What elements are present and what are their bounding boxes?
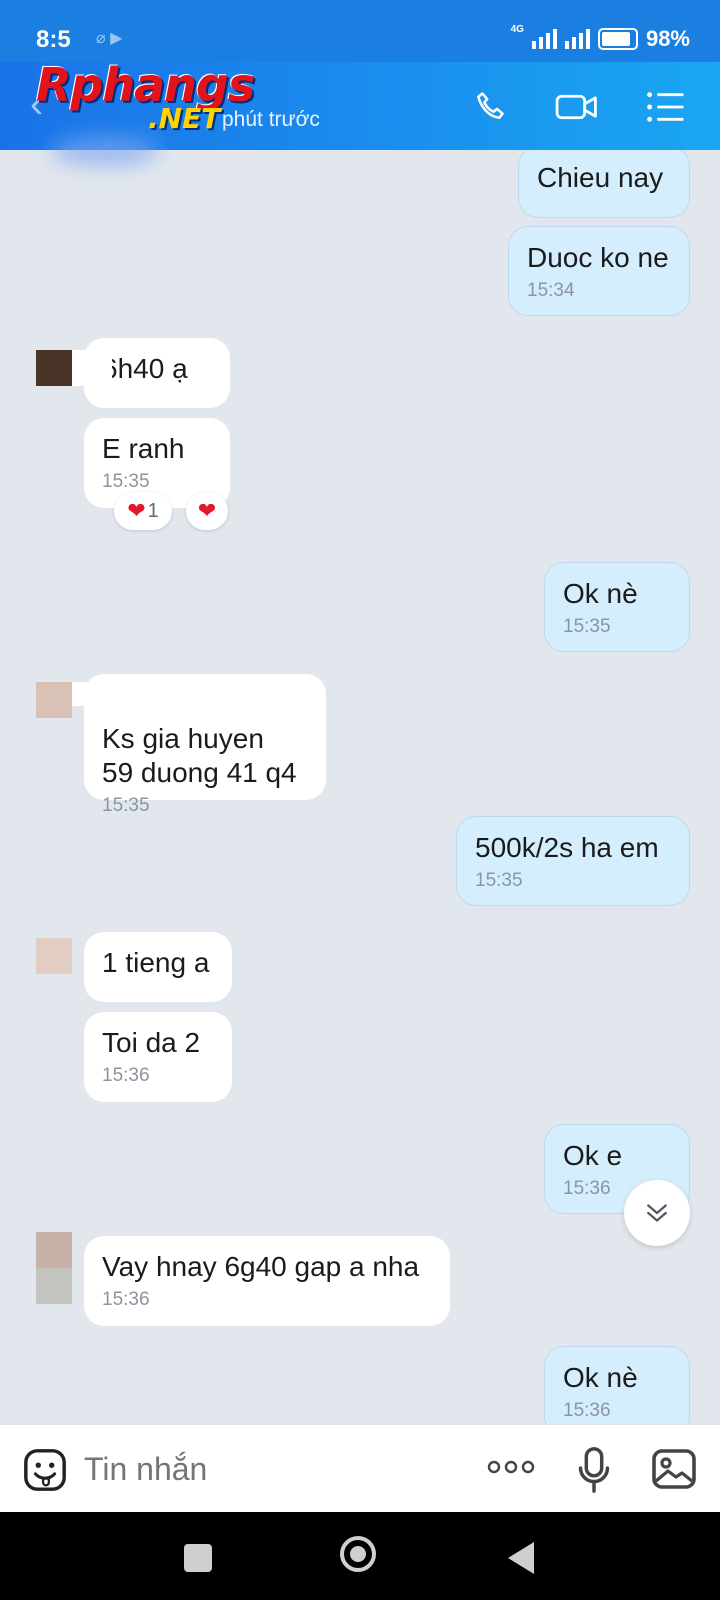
message-text: Ok nè [563,578,638,609]
reaction-summary[interactable]: ❤ 1 [114,492,172,530]
watermark-logo: Rphangs [36,58,255,112]
phone-icon [477,92,504,120]
watermark-logo-net: .NET [148,102,221,135]
message-time: 15:36 [563,1400,611,1421]
message-text: Ok e [563,1140,623,1171]
message-bubble-outgoing[interactable]: Ok nè 15:35 [544,562,690,652]
message-text: Ks gia huyen 59 duong 41 q4 [102,723,297,788]
heart-icon: ❤ [197,498,217,523]
message-text: Duoc ko ne [527,242,669,273]
last-seen-text: phút trước [222,108,320,131]
list-menu-icon [647,92,684,122]
message-input[interactable] [84,1451,464,1488]
more-dots-icon [487,1460,535,1474]
message-text: 6h40 ạ [102,353,188,384]
call-button[interactable] [468,84,514,130]
signal-icon-2 [564,29,590,49]
message-bubble-outgoing[interactable]: 500k/2s ha em 15:35 [456,816,690,906]
message-time: 15:35 [102,795,150,816]
react-button[interactable]: ❤ [186,492,228,530]
message-text: 1 tieng a [102,947,210,978]
home-button[interactable] [340,1536,376,1572]
scroll-to-bottom-button[interactable] [624,1180,690,1246]
message-bubble-incoming[interactable]: Vay hnay 6g40 gap a nha 15:36 [84,1236,450,1326]
message-bubble-incoming[interactable]: 1 tieng a [84,932,232,1002]
message-time: 15:36 [102,1065,150,1086]
recents-button[interactable] [184,1544,212,1572]
message-bubble-outgoing[interactable]: Duoc ko ne 15:34 [508,226,690,316]
message-text: Toi da 2 [102,1027,201,1058]
back-button[interactable] [508,1542,534,1574]
image-gallery-icon [652,1449,696,1489]
message-time: 15:35 [102,471,150,492]
notification-icons: ⌀ ▶ [96,30,123,47]
avatar[interactable] [36,1232,72,1304]
message-text: Vay hnay 6g40 gap a nha [102,1251,420,1282]
system-nav-bar [0,1512,720,1600]
signal-icon [531,29,557,49]
sticker-button[interactable] [22,1447,68,1498]
video-camera-icon [555,94,597,120]
double-chevron-down-icon [647,1204,667,1222]
message-text: Ok nè [563,1362,638,1393]
status-right: 4G 98% [510,23,690,52]
message-bubble-incoming[interactable]: Toi da 2 15:36 [84,1012,232,1102]
avatar-blur [72,350,112,386]
message-input-bar [0,1424,720,1513]
home-dot-icon [350,1546,366,1562]
avatar[interactable] [36,350,72,386]
message-text: 500k/2s ha em [475,832,659,863]
menu-button[interactable] [642,84,688,130]
avatar[interactable] [36,682,72,718]
more-options-button[interactable] [486,1455,536,1484]
message-time: 15:34 [527,280,575,301]
smiley-sticker-icon [24,1449,66,1491]
gallery-button[interactable] [650,1445,698,1498]
battery-level: 98% [645,26,690,51]
avatar[interactable] [36,938,72,974]
message-bubble-incoming[interactable]: Ks gia huyen 59 duong 41 q4 15:35 [84,674,326,816]
network-type: 4G [510,23,524,35]
heart-icon: ❤ [127,498,146,523]
avatar-blur [72,682,112,706]
message-bubble-outgoing[interactable]: Chieu nay [518,150,690,218]
message-list[interactable]: Chieu nay Duoc ko ne 15:34 6h40 ạ E ranh… [0,150,720,1424]
message-bubble-outgoing[interactable]: Ok nè 15:36 [544,1346,690,1424]
video-call-button[interactable] [554,84,600,130]
microphone-icon [578,1447,610,1493]
voice-button[interactable] [574,1445,614,1500]
message-time: 15:35 [475,870,523,891]
message-text: Chieu nay [537,162,664,193]
message-text: E ranh [102,433,185,464]
message-time: 15:36 [102,1289,150,1310]
message-time: 15:35 [563,616,611,637]
battery-icon [597,28,638,50]
status-bar: 8:5 ⌀ ▶ 4G 98% [0,0,720,62]
status-time: 8:5 [36,26,71,53]
reaction-count: 1 [147,499,159,522]
